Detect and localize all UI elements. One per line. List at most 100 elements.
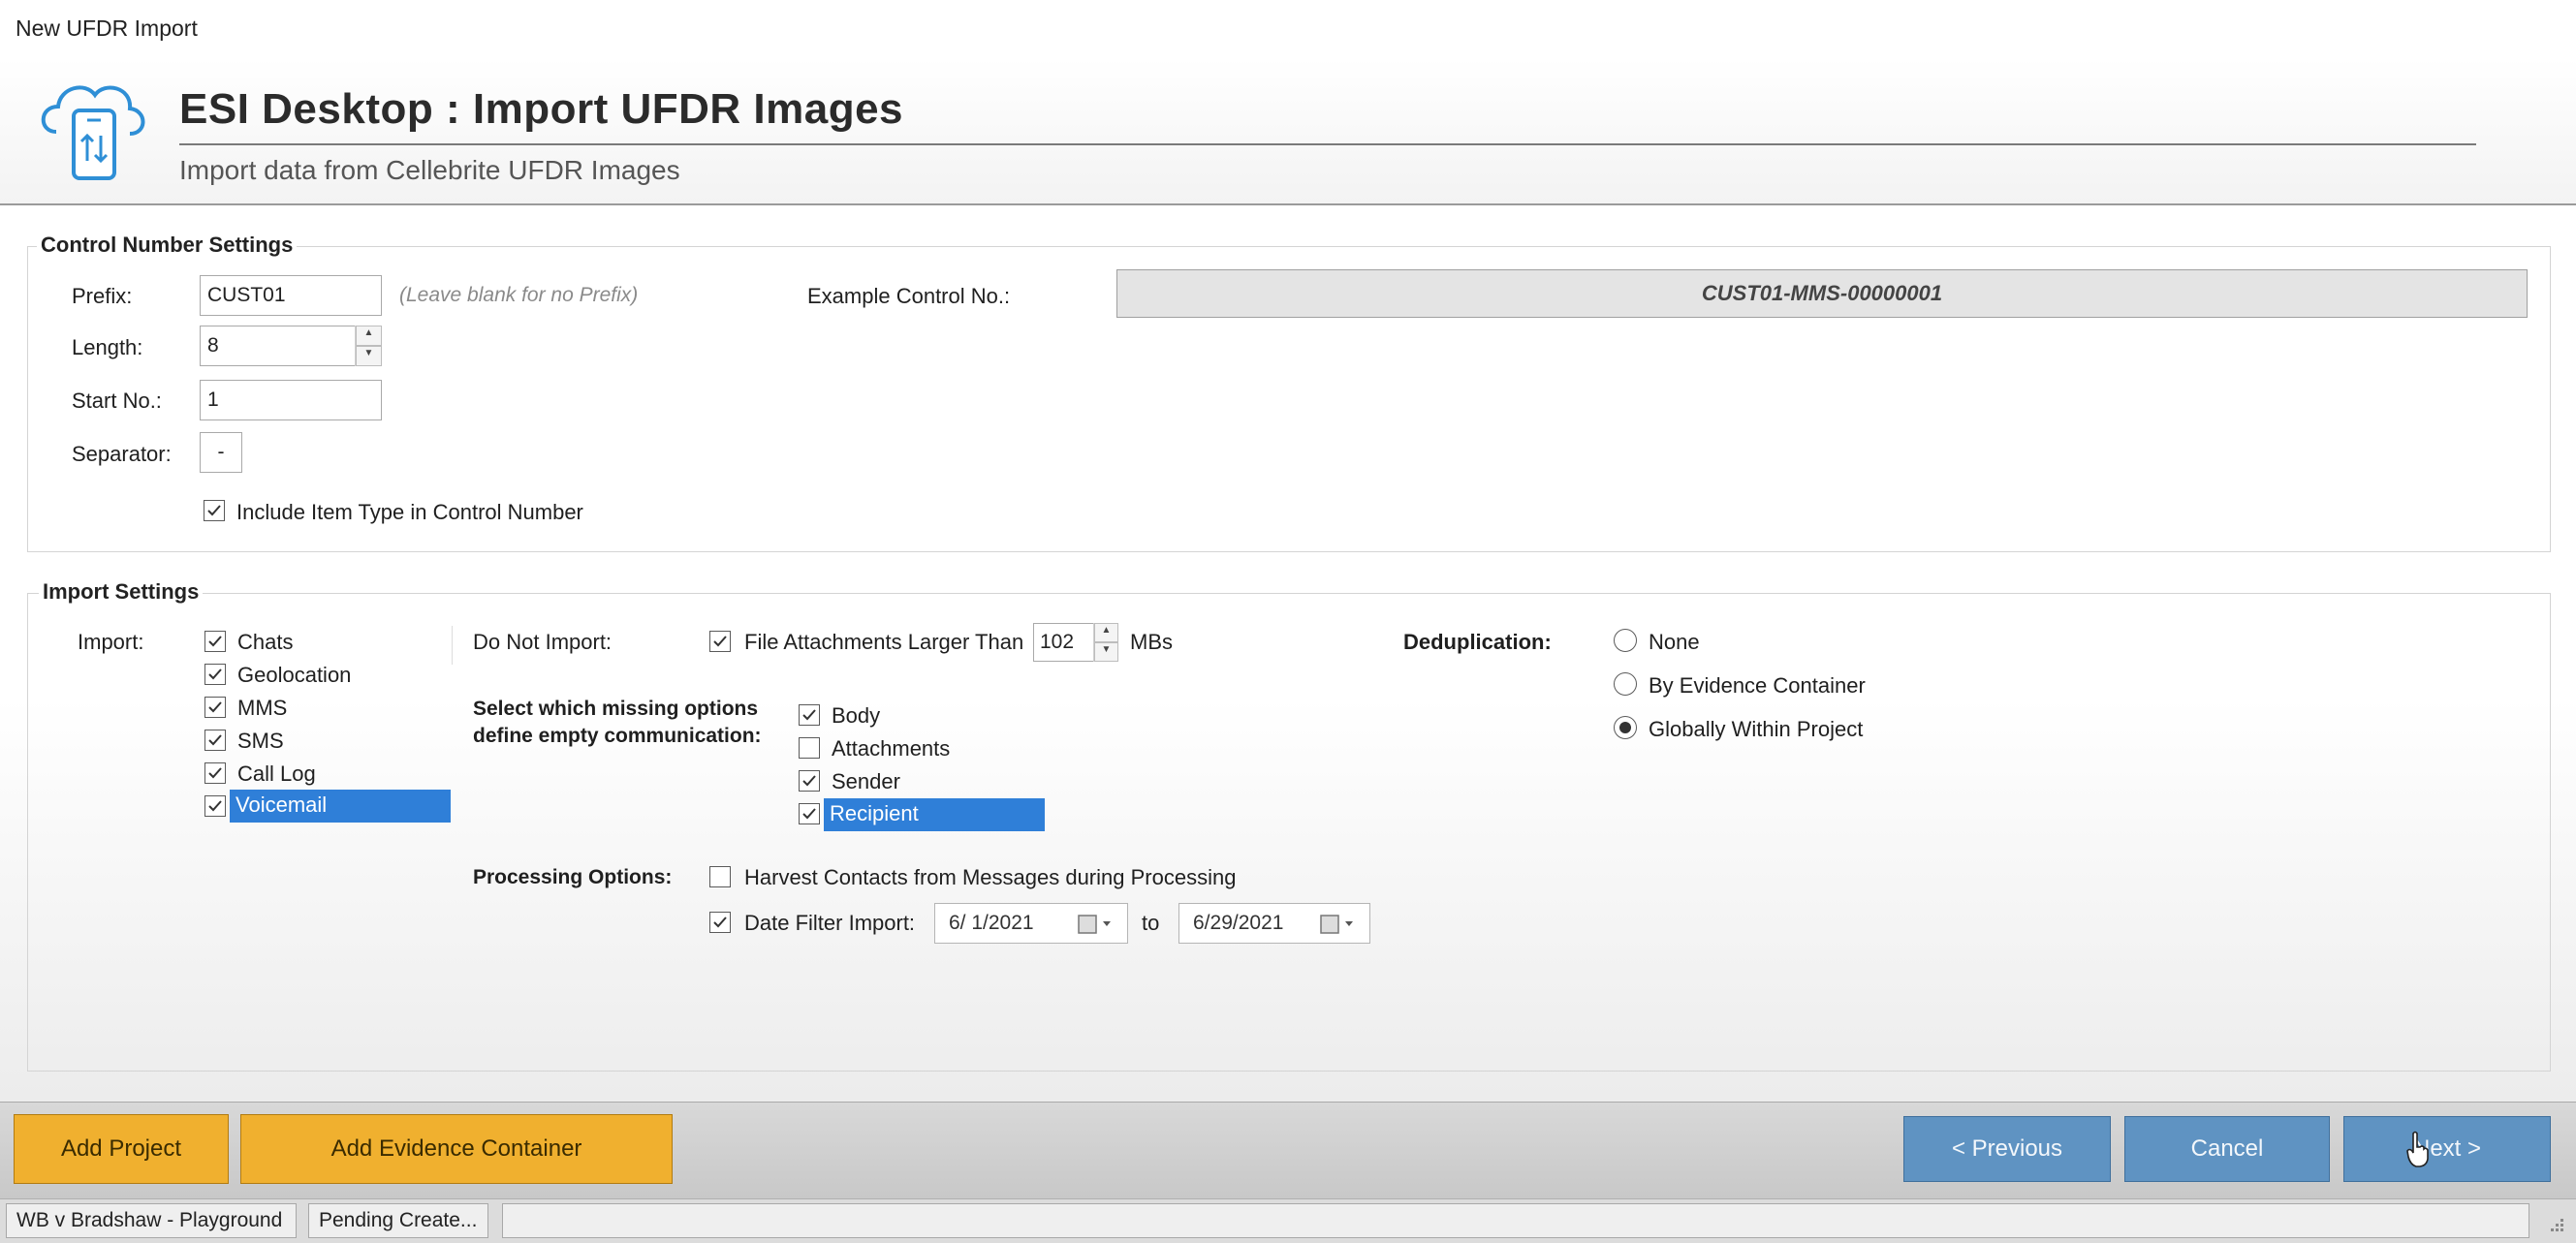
deduplication-label: Deduplication:: [1403, 630, 1552, 654]
import-divider: [452, 626, 453, 665]
check-icon: [208, 734, 222, 746]
import-settings-group: [27, 593, 2551, 1072]
empty-body-label: Body: [832, 703, 881, 728]
radio-selected-dot: [1619, 722, 1631, 733]
calendar-dropdown-icon[interactable]: [1077, 913, 1115, 936]
empty-comm-label-line1: Select which missing options: [473, 698, 759, 720]
dedup-none-radio[interactable]: [1614, 629, 1637, 652]
date-filter-label: Date Filter Import:: [744, 911, 916, 935]
file-attach-spin-buttons[interactable]: ▲ ▼: [1093, 623, 1118, 662]
status-project: WB v Bradshaw - Playground: [6, 1203, 297, 1238]
spin-up-icon[interactable]: ▲: [356, 326, 382, 346]
empty-sender-label: Sender: [832, 769, 900, 793]
next-button[interactable]: Next >: [2343, 1116, 2551, 1182]
calendar-dropdown-icon[interactable]: [1319, 913, 1358, 936]
start-number-input[interactable]: [200, 380, 382, 420]
header-divider: [179, 143, 2476, 145]
check-icon: [713, 636, 727, 647]
check-icon: [208, 636, 222, 647]
empty-attachments-label: Attachments: [832, 736, 951, 761]
empty-sender-checkbox[interactable]: [799, 770, 820, 792]
import-voicemail-checkbox[interactable]: [204, 795, 226, 817]
hand-cursor-icon: [2405, 1130, 2431, 1168]
control-number-group-title: Control Number Settings: [37, 233, 298, 258]
add-evidence-container-button[interactable]: Add Evidence Container: [240, 1114, 673, 1184]
window-title: New UFDR Import: [16, 16, 198, 41]
page-subtitle: Import data from Cellebrite UFDR Images: [179, 155, 680, 185]
import-geolocation-label: Geolocation: [237, 663, 352, 687]
separator-input[interactable]: [200, 432, 242, 473]
prefix-hint: (Leave blank for no Prefix): [399, 284, 639, 306]
check-icon: [207, 505, 221, 516]
example-control-label: Example Control No.:: [807, 284, 1011, 308]
length-input[interactable]: [200, 326, 355, 366]
empty-comm-label-line2: define empty communication:: [473, 725, 762, 747]
file-attach-unit: MBs: [1130, 630, 1173, 654]
prefix-input[interactable]: [200, 275, 382, 316]
dedup-none-label: None: [1649, 630, 1700, 654]
harvest-contacts-checkbox[interactable]: [709, 866, 731, 887]
import-call-log-checkbox[interactable]: [204, 762, 226, 784]
check-icon: [208, 668, 222, 680]
import-mms-label: MMS: [237, 696, 288, 720]
empty-attachments-checkbox[interactable]: [799, 737, 820, 759]
separator-label: Separator:: [72, 442, 172, 466]
example-control-value: CUST01-MMS-00000001: [1116, 269, 2528, 318]
dedup-evidence-label: By Evidence Container: [1649, 673, 1866, 698]
length-stepper[interactable]: ▲ ▼: [200, 326, 382, 366]
empty-body-checkbox[interactable]: [799, 704, 820, 726]
window-titlebar: [0, 0, 2576, 59]
include-type-label: Include Item Type in Control Number: [236, 500, 583, 524]
status-pending: Pending Create...: [308, 1203, 488, 1238]
page-title: ESI Desktop : Import UFDR Images: [179, 85, 904, 133]
date-to-label: to: [1142, 911, 1160, 935]
import-voicemail-label[interactable]: Voicemail: [230, 790, 451, 823]
empty-recipient-checkbox[interactable]: [799, 803, 820, 824]
length-label: Length:: [72, 335, 143, 359]
start-label: Start No.:: [72, 388, 162, 413]
check-icon: [713, 917, 727, 928]
spin-down-icon[interactable]: ▼: [356, 346, 382, 366]
include-type-checkbox[interactable]: [204, 500, 225, 521]
prefix-label: Prefix:: [72, 284, 133, 308]
harvest-contacts-label: Harvest Contacts from Messages during Pr…: [744, 865, 1237, 889]
file-attach-size-stepper[interactable]: ▲ ▼: [1033, 623, 1118, 662]
import-geolocation-checkbox[interactable]: [204, 664, 226, 685]
spin-down-icon[interactable]: ▼: [1094, 642, 1118, 662]
add-project-button[interactable]: Add Project: [14, 1114, 229, 1184]
length-spin-buttons[interactable]: ▲ ▼: [355, 326, 382, 366]
import-mms-checkbox[interactable]: [204, 697, 226, 718]
check-icon: [802, 808, 816, 820]
import-label: Import:: [78, 630, 144, 654]
check-icon: [802, 775, 816, 787]
import-chats-label: Chats: [237, 630, 294, 654]
dedup-global-radio[interactable]: [1614, 716, 1637, 739]
import-call-log-label: Call Log: [237, 761, 316, 786]
empty-recipient-label[interactable]: Recipient: [824, 798, 1045, 831]
status-progress: [502, 1203, 2529, 1238]
date-to-picker[interactable]: 6/29/2021: [1178, 903, 1370, 944]
date-from-picker[interactable]: 6/ 1/2021: [934, 903, 1128, 944]
check-icon: [802, 709, 816, 721]
do-not-import-label: Do Not Import:: [473, 630, 613, 654]
check-icon: [208, 701, 222, 713]
cancel-button[interactable]: Cancel: [2124, 1116, 2330, 1182]
previous-button[interactable]: < Previous: [1903, 1116, 2111, 1182]
dedup-evidence-radio[interactable]: [1614, 672, 1637, 696]
file-attach-label: File Attachments Larger Than: [744, 630, 1024, 654]
date-to-value: 6/29/2021: [1193, 912, 1284, 934]
processing-options-label: Processing Options:: [473, 866, 673, 888]
file-attach-checkbox[interactable]: [709, 631, 731, 652]
dedup-global-label: Globally Within Project: [1649, 717, 1864, 741]
date-from-value: 6/ 1/2021: [949, 912, 1034, 934]
check-icon: [208, 800, 222, 812]
resize-grip-icon[interactable]: [2545, 1213, 2566, 1234]
date-filter-checkbox[interactable]: [709, 912, 731, 933]
import-sms-label: SMS: [237, 729, 284, 753]
import-settings-group-title: Import Settings: [39, 579, 204, 605]
spin-up-icon[interactable]: ▲: [1094, 623, 1118, 642]
cloud-phone-icon: [35, 72, 151, 188]
import-sms-checkbox[interactable]: [204, 730, 226, 751]
file-attach-size-input[interactable]: [1033, 623, 1093, 662]
import-chats-checkbox[interactable]: [204, 631, 226, 652]
